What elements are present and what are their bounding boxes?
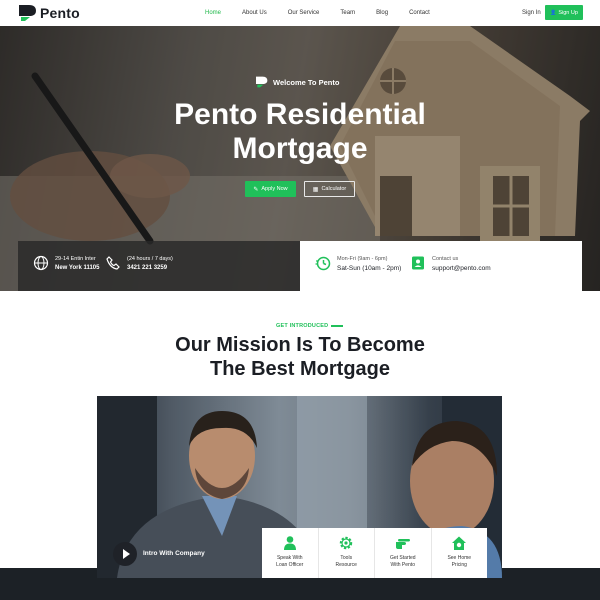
brand-name: Pento [40, 5, 80, 21]
nav-home[interactable]: Home [205, 10, 221, 16]
card-tools-resource[interactable]: Tools Resource [319, 528, 375, 578]
sign-up-button[interactable]: 👤 Sign Up [545, 5, 583, 20]
contact-strip-light: Mon-Fri (9am - 6pm) Sat-Sun (10am - 2pm)… [300, 241, 582, 291]
contact-label: Contact us [432, 256, 459, 262]
card-label-line-1: Get Started [389, 555, 416, 561]
card-speak-with-loan-officer[interactable]: Speak With Loan Officer [262, 528, 319, 578]
email-info: Contact us support@pento.com [410, 255, 491, 273]
address-info: 29-14 Entin Inter New York 11105 [33, 255, 99, 273]
nav-about-us[interactable]: About Us [242, 10, 267, 16]
card-label-line-1: Speak With [276, 555, 303, 561]
card-label-line-2: Resource [335, 562, 357, 568]
welcome-tagline: Welcome To Pento [255, 76, 339, 88]
nav-our-service[interactable]: Our Service [288, 10, 320, 16]
mission-heading: Our Mission Is To Become The Best Mortga… [100, 333, 500, 381]
home-price-icon [452, 536, 467, 550]
play-icon [122, 549, 130, 559]
hero-title: Pento Residential Mortgage [100, 98, 500, 166]
card-label-line-2: Loan Officer [276, 562, 304, 568]
section-tag-text: GET INTRODUCED [276, 323, 329, 329]
phone-icon [106, 256, 120, 270]
top-nav: Pento Home About Us Our Service Team Blo… [0, 0, 600, 26]
clock-icon [315, 256, 331, 271]
hero-title-line-1: Pento Residential [174, 98, 426, 131]
card-label-line-1: Tools [340, 555, 353, 561]
contact-strip-dark: 29-14 Entin Inter New York 11105 (24 hou… [18, 241, 300, 291]
nav-team[interactable]: Team [340, 10, 355, 16]
address-line-1: 29-14 Entin Inter [55, 256, 96, 262]
logo[interactable]: Pento [18, 4, 80, 22]
pointing-hand-icon [395, 539, 410, 549]
mission-line-2: The Best Mortgage [209, 358, 391, 380]
pento-logo-icon [256, 76, 268, 88]
nav-blog[interactable]: Blog [376, 10, 388, 16]
apply-now-label: Apply Now [261, 186, 288, 192]
apply-now-button[interactable]: ✎ Apply Now [245, 181, 296, 197]
person-icon [283, 536, 296, 550]
edit-icon: ✎ [253, 186, 259, 193]
hours-weekday: Mon-Fri (9am - 6pm) [337, 256, 388, 262]
calculator-button[interactable]: ▦ Calculator [304, 181, 355, 197]
phone-hours: (24 hours / 7 days) [127, 256, 173, 262]
welcome-text: Welcome To Pento [273, 77, 340, 87]
card-label-line-1: See Home [447, 555, 472, 561]
gear-icon [340, 536, 353, 550]
card-label-line-2: Pricing [451, 562, 467, 568]
mission-line-1: Our Mission Is To Become [175, 334, 425, 356]
video-label: Intro With Company [143, 550, 205, 557]
play-video-button[interactable] [113, 542, 137, 566]
hours-info: Mon-Fri (9am - 6pm) Sat-Sun (10am - 2pm) [315, 255, 401, 273]
tag-underline [331, 325, 344, 327]
phone-number[interactable]: 3421 221 3259 [127, 264, 173, 273]
sign-up-label: Sign Up [558, 9, 578, 16]
section-tag: GET INTRODUCED [276, 323, 344, 329]
sign-in-link[interactable]: Sign In [522, 10, 541, 16]
pento-logo-icon [19, 5, 36, 21]
nav-contact[interactable]: Contact [409, 10, 430, 16]
card-see-home-pricing[interactable]: See Home Pricing [432, 528, 488, 578]
contact-email[interactable]: support@pento.com [432, 264, 491, 273]
contact-book-icon [412, 256, 424, 270]
calculator-label: Calculator [321, 186, 347, 192]
main-menu: Home About Us Our Service Team Blog Cont… [205, 0, 451, 26]
service-cards: Speak With Loan Officer Tools Resource G… [262, 528, 487, 578]
phone-info: (24 hours / 7 days) 3421 221 3259 [105, 255, 173, 273]
user-plus-icon: 👤 [550, 9, 557, 16]
card-get-started[interactable]: Get Started With Pento [375, 528, 432, 578]
hours-weekend: Sat-Sun (10am - 2pm) [337, 265, 402, 272]
address-line-2: New York 11105 [55, 265, 100, 271]
calculator-icon: ▦ [312, 186, 319, 193]
hero-title-line-2: Mortgage [232, 132, 368, 165]
globe-icon [33, 255, 49, 271]
card-label-line-2: With Pento [390, 562, 415, 568]
